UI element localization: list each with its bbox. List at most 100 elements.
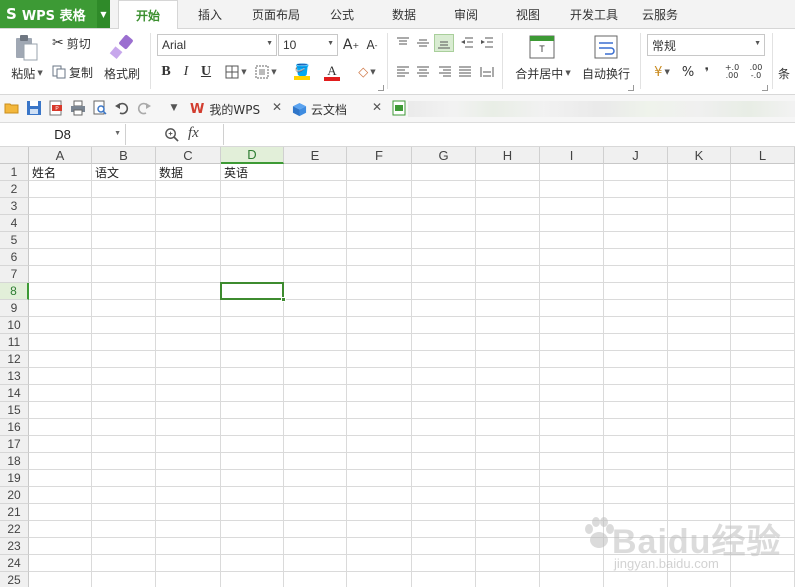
cell-style-button[interactable]: ▼: [252, 63, 280, 81]
row-header-1[interactable]: 1: [0, 164, 29, 181]
row-header-11[interactable]: 11: [0, 334, 29, 351]
tab-review[interactable]: 审阅: [442, 0, 490, 29]
increase-decimal-icon[interactable]: +.0.00: [722, 63, 742, 81]
italic-button[interactable]: I: [178, 63, 194, 81]
cell-area[interactable]: 姓名 语文 数据 英语: [29, 164, 795, 587]
spreadsheet-doc-icon[interactable]: [392, 100, 408, 116]
row-header-9[interactable]: 9: [0, 300, 29, 317]
row-header-18[interactable]: 18: [0, 453, 29, 470]
tab-home[interactable]: 开始: [118, 0, 178, 30]
row-header-23[interactable]: 23: [0, 538, 29, 555]
increase-font-icon[interactable]: A +: [342, 35, 360, 55]
redo-icon[interactable]: [136, 100, 152, 116]
percent-button[interactable]: %: [680, 63, 696, 81]
row-header-5[interactable]: 5: [0, 232, 29, 249]
row-header-7[interactable]: 7: [0, 266, 29, 283]
increase-indent-icon[interactable]: [478, 35, 496, 51]
tab-page-layout[interactable]: 页面布局: [243, 0, 309, 29]
clear-format-button[interactable]: ◇ ▼: [354, 63, 380, 81]
row-header-13[interactable]: 13: [0, 368, 29, 385]
print-icon[interactable]: [70, 100, 86, 116]
merge-center-button[interactable]: 合并居中 ▼: [510, 65, 576, 81]
row-header-17[interactable]: 17: [0, 436, 29, 453]
wrap-text-icon[interactable]: [592, 34, 620, 60]
app-menu-button[interactable]: S WPS 表格: [0, 0, 97, 28]
row-header-24[interactable]: 24: [0, 555, 29, 572]
decrease-indent-icon[interactable]: [458, 35, 476, 51]
save-icon[interactable]: [26, 100, 42, 116]
row-header-20[interactable]: 20: [0, 487, 29, 504]
doc-tab-cloud-docs[interactable]: 云文档: [292, 99, 347, 119]
column-header-g[interactable]: G: [412, 147, 476, 164]
column-header-i[interactable]: I: [540, 147, 604, 164]
tab-view[interactable]: 视图: [504, 0, 552, 29]
number-dialog-launcher[interactable]: [762, 85, 768, 91]
row-header-16[interactable]: 16: [0, 419, 29, 436]
row-header-4[interactable]: 4: [0, 215, 29, 232]
tab-formulas[interactable]: 公式: [318, 0, 366, 29]
tab-developer[interactable]: 开发工具: [562, 0, 626, 29]
format-painter-icon[interactable]: [106, 33, 138, 61]
wrap-text-button[interactable]: 自动换行: [578, 65, 634, 81]
column-header-f[interactable]: F: [347, 147, 412, 164]
open-folder-icon[interactable]: [4, 100, 20, 116]
active-cell-cursor[interactable]: [220, 282, 284, 300]
fill-handle[interactable]: [281, 297, 286, 302]
decrease-font-icon[interactable]: A-: [363, 35, 381, 55]
zoom-search-icon[interactable]: [164, 127, 179, 142]
justify-icon[interactable]: [456, 64, 474, 80]
paste-button[interactable]: 粘贴 ▼: [6, 65, 48, 81]
row-header-21[interactable]: 21: [0, 504, 29, 521]
copy-button[interactable]: 复制: [52, 63, 100, 81]
merge-center-icon[interactable]: T: [528, 34, 556, 60]
customize-toolbar-icon[interactable]: ▼: [166, 100, 182, 116]
select-all-corner[interactable]: [0, 147, 29, 164]
cell-a1[interactable]: 姓名: [29, 164, 92, 181]
doc-tab-my-wps[interactable]: W 我的WPS: [190, 99, 260, 119]
tab-data[interactable]: 数据: [380, 0, 428, 29]
font-color-button[interactable]: A: [318, 61, 346, 83]
row-header-2[interactable]: 2: [0, 181, 29, 198]
align-bottom-icon[interactable]: [434, 34, 454, 52]
column-header-b[interactable]: B: [92, 147, 156, 164]
conditional-format-button[interactable]: 条: [778, 65, 795, 81]
row-header-19[interactable]: 19: [0, 470, 29, 487]
paste-icon[interactable]: [8, 33, 44, 63]
tab-insert[interactable]: 插入: [186, 0, 234, 29]
fill-color-button[interactable]: 🪣: [287, 61, 317, 83]
row-header-3[interactable]: 3: [0, 198, 29, 215]
cell-c1[interactable]: 数据: [156, 164, 221, 181]
cell-d1[interactable]: 英语: [221, 164, 284, 181]
distributed-align-icon[interactable]: [478, 64, 496, 80]
borders-button[interactable]: ▼: [222, 63, 250, 81]
row-header-14[interactable]: 14: [0, 385, 29, 402]
column-header-d[interactable]: D: [221, 147, 284, 164]
column-header-k[interactable]: K: [668, 147, 731, 164]
column-header-l[interactable]: L: [731, 147, 795, 164]
row-header-25[interactable]: 25: [0, 572, 29, 587]
font-size-select[interactable]: 10 ▼: [278, 34, 338, 56]
insert-function-button[interactable]: fx: [188, 125, 199, 142]
align-right-icon[interactable]: [436, 64, 454, 80]
bold-button[interactable]: B: [158, 63, 174, 81]
export-pdf-icon[interactable]: P: [48, 100, 64, 116]
row-header-22[interactable]: 22: [0, 521, 29, 538]
align-middle-icon[interactable]: [414, 35, 432, 51]
alignment-dialog-launcher[interactable]: [628, 85, 634, 91]
comma-button[interactable]: ❜: [700, 63, 714, 81]
row-header-6[interactable]: 6: [0, 249, 29, 266]
tab-cloud-service[interactable]: 云服务: [634, 0, 686, 29]
cell-b1[interactable]: 语文: [92, 164, 156, 181]
close-icon[interactable]: ✕: [372, 100, 382, 114]
number-format-select[interactable]: 常规 ▼: [647, 34, 765, 56]
align-left-icon[interactable]: [394, 64, 412, 80]
formula-input[interactable]: [224, 124, 795, 145]
undo-icon[interactable]: [114, 100, 130, 116]
underline-button[interactable]: U: [198, 63, 214, 81]
print-preview-icon[interactable]: [92, 100, 108, 116]
column-header-h[interactable]: H: [476, 147, 540, 164]
align-center-icon[interactable]: [414, 64, 432, 80]
currency-button[interactable]: ¥ ▼: [648, 63, 676, 81]
decrease-decimal-icon[interactable]: .00 -.0: [746, 63, 766, 81]
column-header-j[interactable]: J: [604, 147, 668, 164]
